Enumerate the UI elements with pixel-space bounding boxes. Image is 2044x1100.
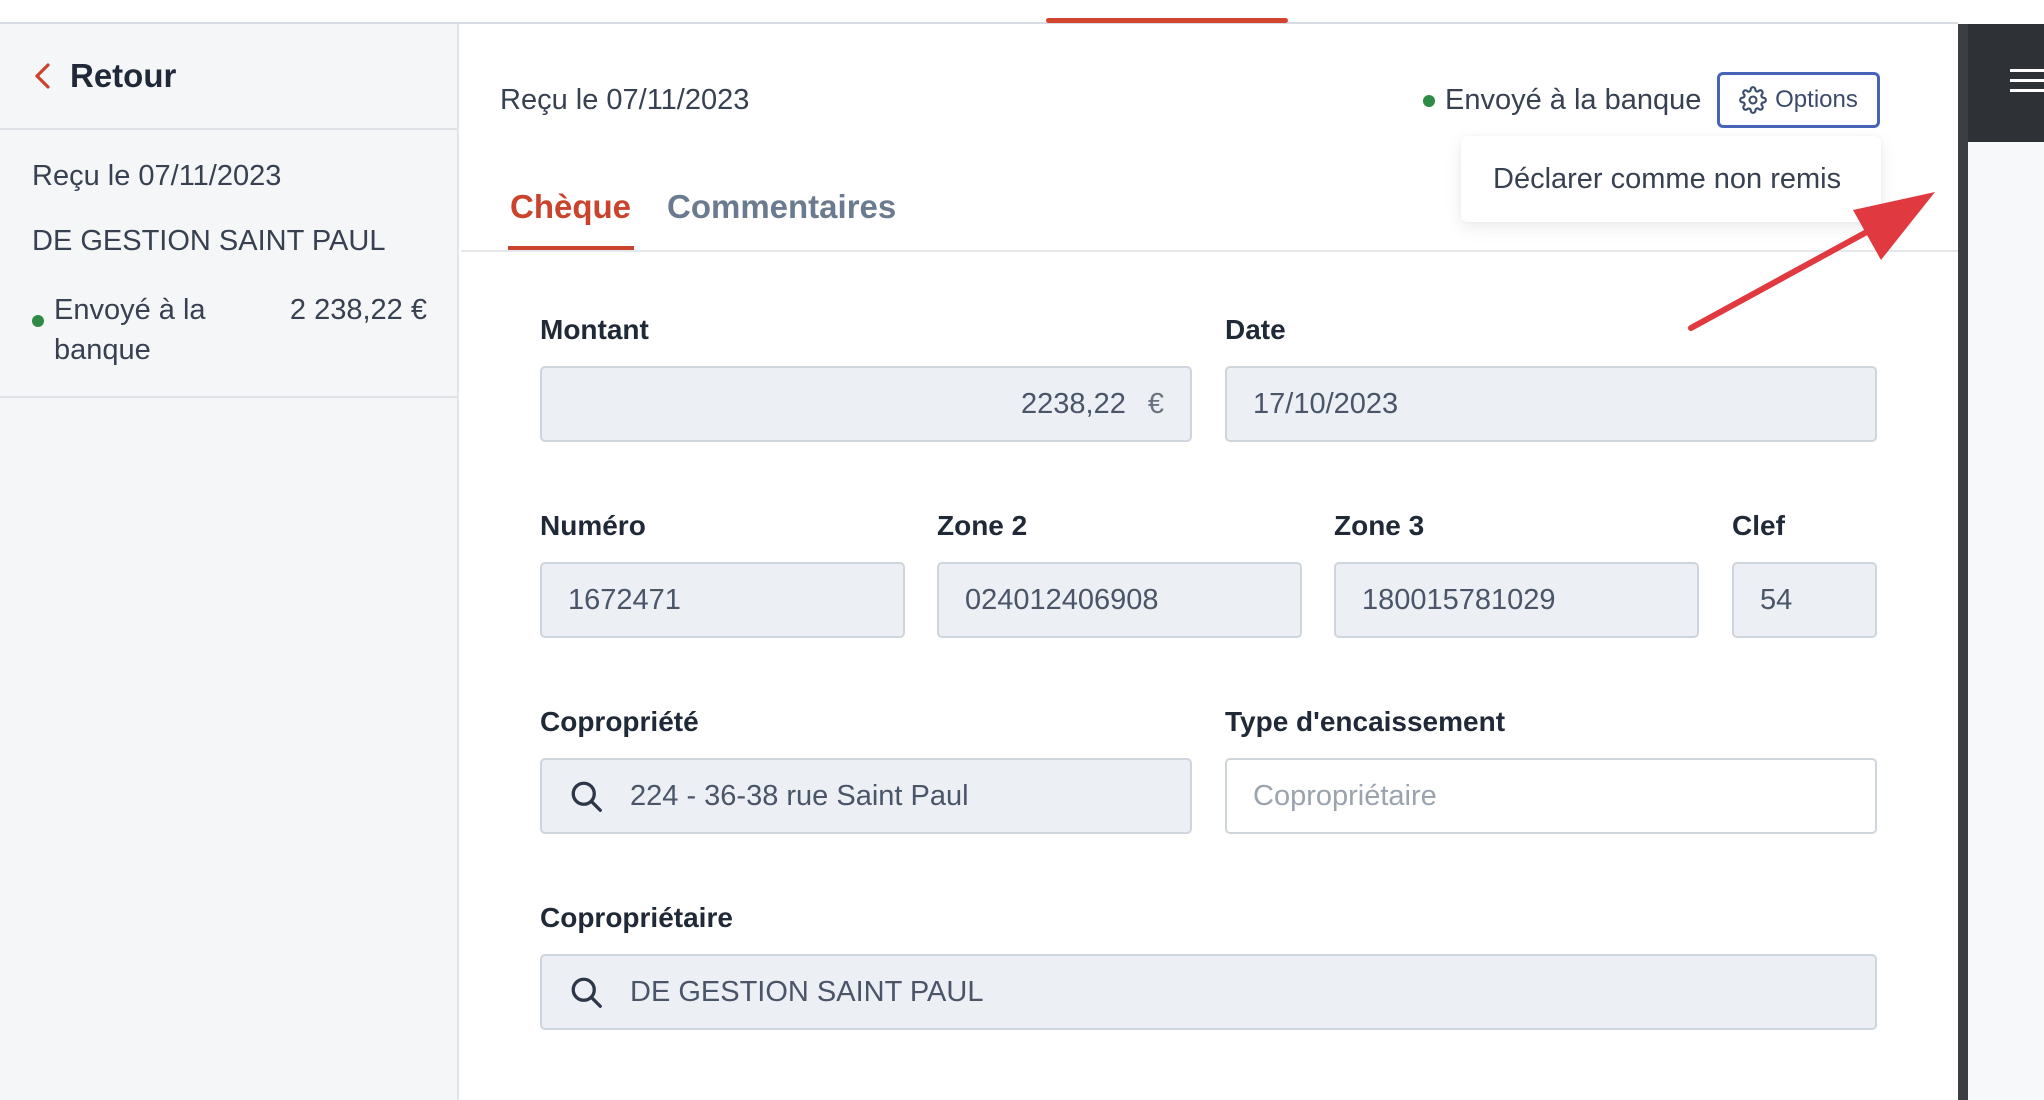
copropriete-search-field[interactable]: 224 - 36-38 rue Saint Paul [540,758,1192,834]
coproprietaire-search-field[interactable]: DE GESTION SAINT PAUL [540,954,1877,1030]
copropriete-value: 224 - 36-38 rue Saint Paul [630,779,969,812]
numero-label: Numéro [540,510,646,541]
date-value: 17/10/2023 [1253,387,1399,420]
clef-label: Clef [1732,510,1785,541]
status-indicator: Envoyé à la banque [1423,84,1701,117]
search-icon [571,977,602,1008]
card-status-row: Envoyé à la banque 2 238,22 € [32,290,427,370]
zone2-value: 024012406908 [965,583,1159,616]
card-payer-name: DE GESTION SAINT PAUL [32,225,386,257]
card-status-text: Envoyé à la banque [54,294,206,366]
card-amount: 2 238,22 € [289,294,427,326]
zone2-label: Zone 2 [937,510,1028,541]
sidebar: Retour Reçu le 07/11/2023 DE GESTION SAI… [0,24,459,1100]
clef-value: 54 [1760,583,1793,616]
card-received-date: Reçu le 07/11/2023 [32,160,282,192]
zone3-value: 180015781029 [1362,583,1556,616]
copropriete-label: Copropriété [540,706,699,737]
search-icon [571,781,602,812]
chevron-left-icon [35,63,50,89]
type-encaissement-placeholder: Copropriétaire [1253,779,1437,812]
coproprietaire-value: DE GESTION SAINT PAUL [630,975,984,1008]
tab-cheque[interactable]: Chèque [507,188,635,250]
type-encaissement-label: Type d'encaissement [1225,706,1506,737]
received-date: Reçu le 07/11/2023 [500,84,750,116]
cheque-list-item[interactable]: Reçu le 07/11/2023 DE GESTION SAINT PAUL… [0,130,457,398]
tab-commentaires[interactable]: Commentaires [667,188,896,226]
top-progress-accent [1046,18,1288,23]
gear-icon [1739,86,1767,114]
back-label: Retour [70,57,177,94]
currency-symbol: € [1147,387,1164,420]
status-dot-icon [32,315,44,327]
montant-label: Montant [540,314,649,345]
clef-field[interactable]: 54 [1732,562,1877,638]
zone3-field[interactable]: 180015781029 [1334,562,1699,638]
main-panel: Reçu le 07/11/2023 Envoyé à la banque Op… [461,24,1958,1100]
options-label: Options [1775,86,1858,113]
card-status: Envoyé à la banque [32,290,262,370]
montant-field[interactable]: 2238,22 € [540,366,1192,442]
coproprietaire-label: Copropriétaire [540,902,733,933]
right-panel-border [1958,24,1968,1100]
date-field[interactable]: 17/10/2023 [1225,366,1877,442]
status-text: Envoyé à la banque [1445,84,1702,116]
zone3-label: Zone 3 [1334,510,1425,541]
numero-value: 1672471 [568,583,681,616]
numero-field[interactable]: 1672471 [540,562,905,638]
options-button[interactable]: Options [1717,72,1880,128]
montant-value: 2238,22 [1021,387,1126,420]
app-window: Retour Reçu le 07/11/2023 DE GESTION SAI… [0,0,2044,1100]
hamburger-menu-icon[interactable] [2010,66,2044,96]
zone2-field[interactable]: 024012406908 [937,562,1302,638]
back-button[interactable]: Retour [0,24,457,130]
type-encaissement-field[interactable]: Copropriétaire [1225,758,1877,834]
date-label: Date [1225,314,1286,345]
status-dot-icon [1423,94,1435,107]
annotation-arrow [1688,192,1935,331]
right-panel-body [1968,142,2044,1100]
